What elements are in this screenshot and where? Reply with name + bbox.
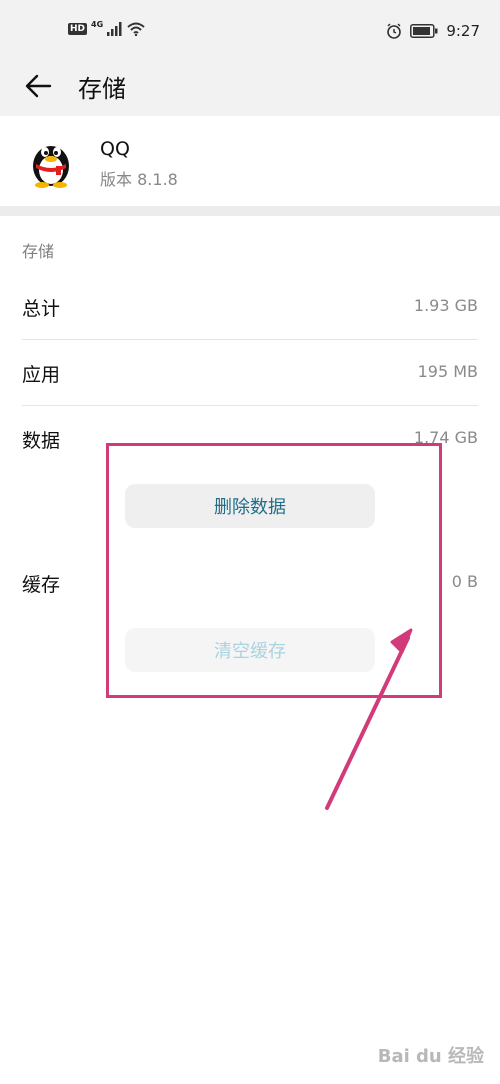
storage-row-total: 总计 1.93 GB — [22, 274, 478, 340]
storage-row-data: 数据 1.74 GB — [22, 406, 478, 472]
status-left: HD 4G — [68, 19, 145, 36]
app-info-card: QQ 版本 8.1.8 — [0, 116, 500, 206]
clock: 9:27 — [446, 22, 480, 40]
battery-icon — [410, 24, 438, 38]
storage-row-cache: 缓存 0 B — [22, 550, 478, 616]
status-right: 9:27 — [386, 22, 480, 40]
row-label: 数据 — [22, 430, 61, 452]
row-value: 1.93 GB — [413, 296, 478, 315]
app-header: 存储 — [0, 60, 500, 116]
row-value: 195 MB — [417, 362, 478, 381]
alarm-icon — [387, 23, 402, 39]
row-value: 1.74 GB — [413, 428, 478, 447]
row-label: 缓存 — [22, 574, 61, 596]
storage-section-title: 存储 — [22, 242, 55, 261]
row-value: 0 B — [451, 572, 478, 591]
row-label: 总计 — [22, 298, 61, 320]
app-name: QQ — [100, 138, 130, 160]
storage-row-app: 应用 195 MB — [22, 340, 478, 406]
clear-cache-button[interactable]: 清空缓存 — [125, 628, 375, 672]
hd-badge: HD — [68, 23, 88, 35]
status-bar: HD 4G 9:27 — [0, 0, 500, 60]
page-title: 存储 — [78, 75, 126, 103]
row-label: 应用 — [22, 364, 61, 386]
back-arrow-icon[interactable] — [22, 70, 54, 102]
qq-penguin-icon — [28, 134, 74, 188]
app-version: 版本 8.1.8 — [100, 170, 178, 189]
section-divider — [0, 206, 500, 216]
wifi-icon — [127, 22, 145, 36]
watermark: Bai du 经验 — [377, 1046, 484, 1067]
signal-icon — [107, 22, 122, 36]
network-type: 4G — [91, 19, 104, 29]
delete-data-button[interactable]: 删除数据 — [125, 484, 375, 528]
